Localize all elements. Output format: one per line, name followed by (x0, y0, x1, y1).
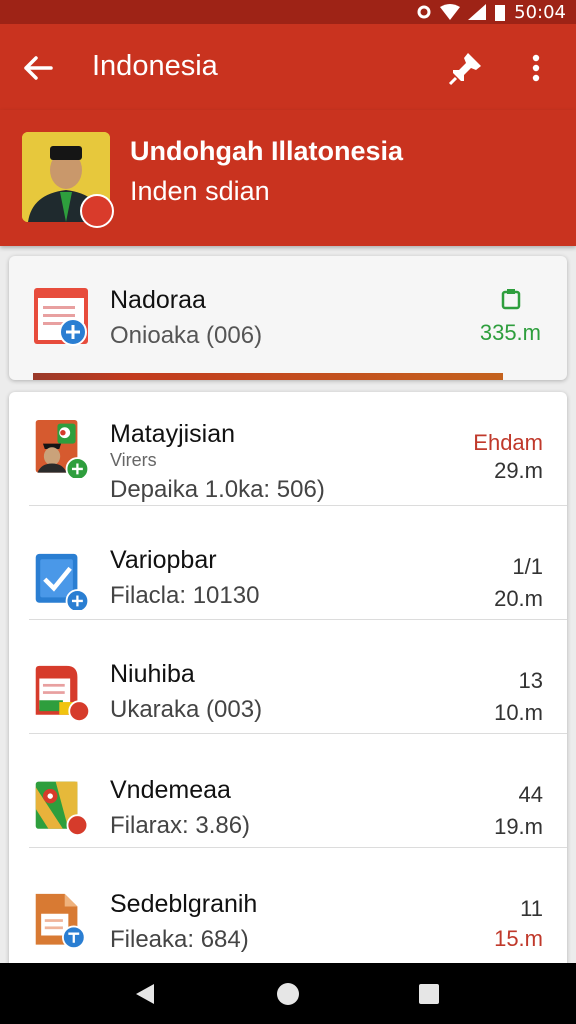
wifi-icon (440, 4, 461, 20)
item-subtitle: Fileaka: 684) (110, 926, 249, 953)
item-right-top: Ehdam (473, 430, 543, 455)
home-circle-icon[interactable] (275, 981, 301, 1007)
list-item[interactable]: Niuhiba Ukaraka (003) 13 10.m (9, 620, 567, 734)
item-right-top: 1/1 (512, 554, 543, 579)
status-time: 50:04 (514, 1, 566, 23)
slides-doc-icon (35, 893, 86, 950)
item-right-bottom: 19.m (494, 814, 543, 839)
list-item[interactable]: Matayjisian Virers Depaika 1.0ka: 506) E… (9, 392, 567, 506)
game-app-icon (35, 420, 90, 478)
item-title: Sedeblgranih (110, 890, 258, 918)
item-right-bottom: 15.m (494, 926, 543, 951)
item-right-top: 13 (518, 668, 543, 693)
folder-doc-icon (35, 665, 91, 722)
item-title: Variopbar (110, 546, 217, 574)
page-title: Indonesia (92, 50, 218, 82)
item-subtitle: Depaika 1.0ka: 506) (110, 476, 325, 503)
back-triangle-icon[interactable] (132, 981, 158, 1007)
status-bar: 50:04 (0, 0, 576, 24)
file-list: Matayjisian Virers Depaika 1.0ka: 506) E… (9, 392, 567, 992)
item-title: Matayjisian (110, 420, 236, 448)
item-tag: Virers (110, 450, 157, 470)
pin-icon[interactable] (446, 48, 486, 88)
item-subtitle: Filarax: 3.86) (110, 812, 251, 839)
list-item[interactable]: Sedeblgranih Fileaka: 684) 11 15.m (9, 848, 567, 962)
recents-square-icon[interactable] (416, 981, 442, 1007)
more-vert-icon[interactable] (524, 48, 548, 88)
profile-subtitle: Inden sdian (130, 176, 270, 206)
app-bar: Indonesia (0, 24, 576, 110)
arrow-left-icon[interactable] (20, 50, 56, 86)
featured-meta: 335.m (479, 320, 541, 345)
item-title: Niuhiba (110, 660, 195, 688)
progress-fill (33, 373, 503, 380)
item-right-bottom: 10.m (494, 700, 543, 725)
featured-title: Nadoraa (110, 286, 206, 314)
settings-status-icon (417, 5, 431, 19)
clipboard-icon (501, 289, 521, 310)
list-item[interactable]: Vndemeaa Filarax: 3.86) 44 19.m (9, 734, 567, 848)
navigation-bar (0, 963, 576, 1024)
item-subtitle: Filacla: 10130 (110, 582, 260, 609)
document-check-icon (35, 553, 90, 610)
progress-bar (33, 373, 503, 380)
signal-icon (468, 4, 487, 20)
featured-card[interactable]: Nadoraa Onioaka (006) 335.m (9, 256, 567, 380)
item-title: Vndemeaa (110, 776, 231, 804)
item-subtitle: Ukaraka (003) (110, 696, 263, 723)
item-right-top: 44 (518, 782, 543, 807)
map-icon (35, 781, 89, 836)
featured-subtitle: Onioaka (006) (110, 322, 263, 349)
calendar-icon (34, 288, 88, 346)
item-right-top: 11 (520, 896, 543, 921)
profile-header: Undohgah Illatonesia Inden sdian (0, 110, 576, 246)
battery-icon (495, 5, 506, 21)
item-right-bottom: 29.m (494, 458, 543, 483)
list-item[interactable]: Variopbar Filacla: 10130 1/1 20.m (9, 506, 567, 620)
profile-name: Undohgah Illatonesia (130, 136, 404, 166)
avatar-badge (80, 194, 114, 228)
item-right-bottom: 20.m (494, 586, 543, 611)
